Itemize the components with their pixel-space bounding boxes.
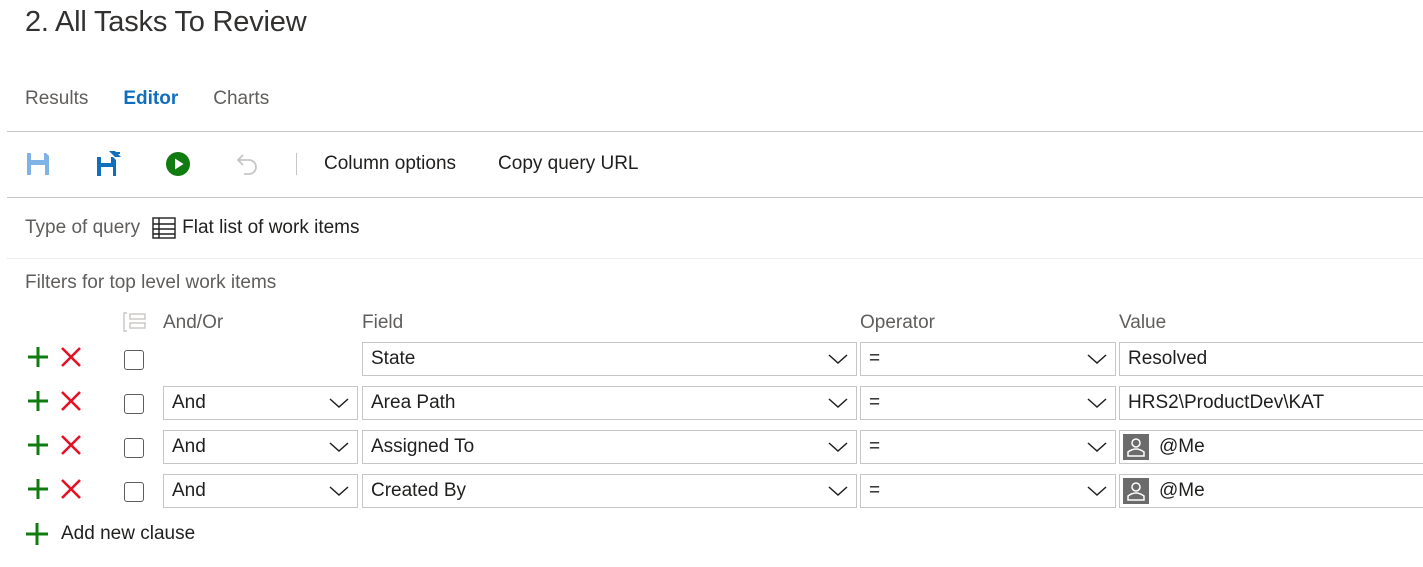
copy-query-url-button[interactable]: Copy query URL (498, 153, 638, 175)
clause-checkbox[interactable] (124, 394, 144, 414)
save-as-icon[interactable] (92, 148, 124, 180)
person-icon (1123, 478, 1149, 504)
and-or-value: And (172, 392, 206, 413)
tab-results[interactable]: Results (25, 88, 88, 118)
delete-clause-icon[interactable] (58, 388, 84, 414)
chevron-down-icon (828, 351, 848, 373)
chevron-down-icon (1087, 439, 1107, 461)
operator-dropdown[interactable]: = (860, 430, 1116, 464)
chevron-down-icon (329, 439, 349, 461)
value-text: HRS2\ProductDev\KAT (1128, 392, 1325, 413)
add-new-clause-button[interactable]: Add new clause (25, 522, 195, 546)
flat-list-icon (152, 217, 176, 239)
delete-clause-icon[interactable] (58, 476, 84, 502)
operator-value: = (869, 348, 881, 369)
add-clause-icon[interactable] (25, 388, 51, 414)
column-options-button[interactable]: Column options (324, 153, 456, 175)
clause-row: And Area Path = HRS2\ProductDev\KAT (0, 386, 1423, 422)
header-operator: Operator (860, 312, 935, 333)
tab-editor[interactable]: Editor (123, 88, 178, 118)
value-input[interactable]: @Me (1119, 430, 1423, 464)
chevron-down-icon (828, 395, 848, 417)
chevron-down-icon (329, 483, 349, 505)
delete-clause-icon[interactable] (58, 432, 84, 458)
value-input[interactable]: HRS2\ProductDev\KAT (1119, 386, 1423, 420)
operator-value: = (869, 392, 881, 413)
clause-checkbox[interactable] (124, 482, 144, 502)
clause-checkbox[interactable] (124, 350, 144, 370)
add-new-clause-label: Add new clause (61, 523, 196, 544)
value-text: @Me (1159, 480, 1205, 501)
chevron-down-icon (1087, 483, 1107, 505)
tab-bar: Results Editor Charts (25, 88, 304, 118)
clause-row: And Assigned To = @Me (0, 430, 1423, 466)
chevron-down-icon (828, 439, 848, 461)
person-icon (1123, 434, 1149, 460)
header-field: Field (362, 312, 404, 333)
field-dropdown[interactable]: State (362, 342, 857, 376)
query-type-dropdown[interactable]: Flat list of work items (182, 217, 359, 239)
field-value: Assigned To (371, 436, 475, 457)
add-clause-icon[interactable] (25, 476, 51, 502)
save-icon[interactable] (22, 148, 54, 180)
plus-icon (25, 522, 49, 546)
operator-value: = (869, 436, 881, 457)
operator-dropdown[interactable]: = (860, 386, 1116, 420)
query-type-divider (7, 258, 1423, 259)
chevron-down-icon (1087, 351, 1107, 373)
group-clauses-icon[interactable] (121, 311, 147, 338)
and-or-dropdown[interactable]: And (163, 474, 358, 508)
tabs-divider (7, 131, 1423, 132)
toolbar: Column options Copy query URL (22, 145, 680, 183)
clause-row: And Created By = @Me (0, 474, 1423, 510)
value-input[interactable]: @Me (1119, 474, 1423, 508)
add-clause-icon[interactable] (25, 344, 51, 370)
chevron-down-icon (828, 483, 848, 505)
delete-clause-icon[interactable] (58, 344, 84, 370)
field-value: Created By (371, 480, 467, 501)
run-query-icon[interactable] (162, 148, 194, 180)
operator-dropdown[interactable]: = (860, 342, 1116, 376)
undo-icon[interactable] (232, 148, 264, 180)
header-value: Value (1119, 312, 1167, 333)
filters-label: Filters for top level work items (25, 272, 277, 293)
field-dropdown[interactable]: Assigned To (362, 430, 857, 464)
toolbar-separator (296, 153, 297, 175)
toolbar-divider (7, 197, 1423, 198)
and-or-dropdown[interactable]: And (163, 430, 358, 464)
operator-value: = (869, 480, 881, 501)
value-text: @Me (1159, 436, 1205, 457)
and-or-value: And (172, 480, 206, 501)
clause-row: State = Resolved (0, 342, 1423, 378)
header-and-or: And/Or (163, 312, 224, 333)
value-input[interactable]: Resolved (1119, 342, 1423, 376)
value-text: Resolved (1128, 348, 1208, 369)
query-type-label: Type of query (25, 217, 141, 238)
add-clause-icon[interactable] (25, 432, 51, 458)
clause-checkbox[interactable] (124, 438, 144, 458)
and-or-value: And (172, 436, 206, 457)
field-dropdown[interactable]: Area Path (362, 386, 857, 420)
field-value: Area Path (371, 392, 456, 413)
tab-charts[interactable]: Charts (213, 88, 269, 118)
chevron-down-icon (329, 395, 349, 417)
operator-dropdown[interactable]: = (860, 474, 1116, 508)
and-or-dropdown[interactable]: And (163, 386, 358, 420)
field-dropdown[interactable]: Created By (362, 474, 857, 508)
page-title: 2. All Tasks To Review (25, 6, 307, 38)
field-value: State (371, 348, 416, 369)
query-type-row: Type of query Flat list of work items (25, 217, 360, 239)
chevron-down-icon (1087, 395, 1107, 417)
